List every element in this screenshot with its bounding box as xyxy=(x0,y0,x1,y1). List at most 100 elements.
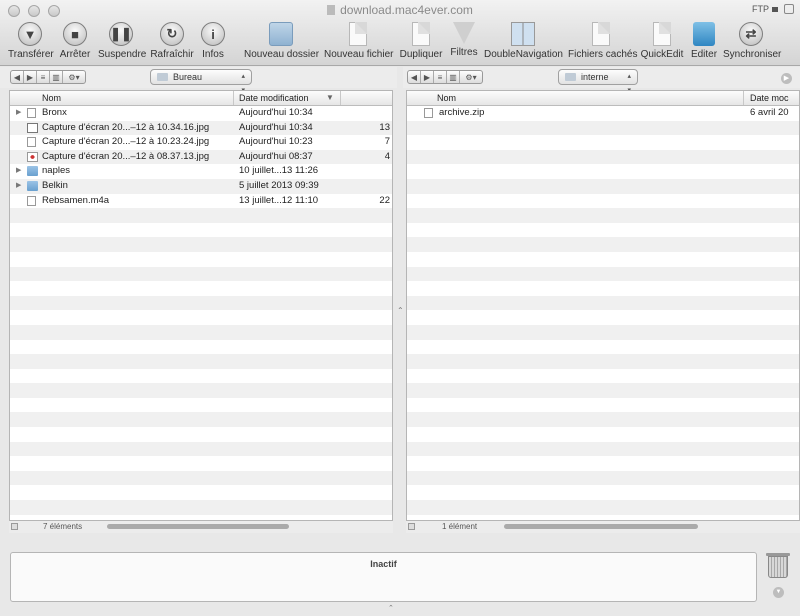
sync-label: Synchroniser xyxy=(723,49,782,60)
left-horizontal-scrollbar[interactable] xyxy=(107,524,289,529)
empty-row xyxy=(407,281,799,296)
empty-row xyxy=(407,120,799,136)
right-horizontal-scrollbar[interactable] xyxy=(504,524,698,529)
file-row[interactable]: Capture d'écran 20...–12 à 08.37.13.jpg A… xyxy=(10,149,392,165)
left-status-bar: 7 éléments xyxy=(9,521,393,533)
right-location-popup[interactable]: interne ▴▾ xyxy=(558,69,638,94)
forward-icon[interactable]: ▶ xyxy=(24,71,37,83)
empty-row xyxy=(10,456,392,471)
file-name: Bronx xyxy=(42,107,67,118)
empty-row xyxy=(10,324,392,340)
refresh-button[interactable]: ↻ Rafraîchir xyxy=(150,22,194,60)
double-navigation-label: DoubleNavigation xyxy=(484,49,563,60)
sync-button[interactable]: ⇄ Synchroniser xyxy=(723,22,782,60)
right-file-list[interactable]: Nom Date moc archive.zip 6 avril 20 xyxy=(406,90,800,521)
new-folder-button[interactable]: Nouveau dossier xyxy=(244,22,319,60)
disclosure-triangle-icon[interactable]: ▶ xyxy=(16,164,21,179)
forward-icon[interactable]: ▶ xyxy=(421,71,434,83)
column-view-icon[interactable]: ▥ xyxy=(50,71,63,83)
stop-button[interactable]: ■ Arrêter xyxy=(59,22,91,60)
left-column-header: Nom Date modification ▼ xyxy=(10,91,392,106)
empty-row xyxy=(407,310,799,325)
info-label: Infos xyxy=(202,49,224,60)
sort-descending-icon: ▼ xyxy=(326,93,334,102)
filter-button[interactable]: Filtres xyxy=(450,22,478,58)
empty-row xyxy=(10,354,392,369)
image-icon xyxy=(27,137,36,148)
sync-icon: ⇄ xyxy=(739,22,763,46)
bottom-divider-handle[interactable]: ⌃ xyxy=(388,604,394,612)
folder-icon xyxy=(27,180,38,191)
empty-row xyxy=(407,223,799,238)
empty-row xyxy=(407,178,799,194)
file-row[interactable]: Capture d'écran 20...–12 à 10.23.24.jpg A… xyxy=(10,135,392,150)
transfer-icon: ▼ xyxy=(18,22,42,46)
column-view-icon[interactable]: ▥ xyxy=(447,71,460,83)
quickedit-button[interactable]: QuickEdit xyxy=(640,22,684,60)
back-icon[interactable]: ◀ xyxy=(11,71,24,83)
right-item-count: 1 élément xyxy=(442,522,478,531)
new-folder-icon xyxy=(269,22,293,46)
image-icon xyxy=(27,151,38,162)
left-pane-navigation-bar: ◀ ▶ ≡ ▥ ⚙▾ Bureau ▴▾ xyxy=(0,67,397,94)
gear-icon[interactable]: ⚙▾ xyxy=(460,71,482,83)
empty-row xyxy=(10,208,392,223)
duplicate-button[interactable]: Dupliquer xyxy=(399,22,443,60)
right-rows: archive.zip 6 avril 20 xyxy=(407,106,799,515)
empty-row xyxy=(407,194,799,209)
left-location-popup[interactable]: Bureau ▴▾ xyxy=(150,69,252,94)
right-pane-navigation-bar: ◀ ▶ ≡ ▥ ⚙▾ interne ▴▾ ▶ xyxy=(403,67,800,94)
double-navigation-button[interactable]: DoubleNavigation xyxy=(484,22,563,60)
empty-row xyxy=(407,237,799,252)
filter-label: Filtres xyxy=(450,47,478,58)
filter-icon xyxy=(453,22,475,44)
empty-row xyxy=(10,383,392,398)
empty-row xyxy=(407,485,799,500)
info-button[interactable]: i Infos xyxy=(201,22,225,60)
fullscreen-button[interactable] xyxy=(784,4,794,14)
empty-row xyxy=(407,266,799,282)
empty-row xyxy=(10,369,392,384)
file-row[interactable]: ▶ Bronx Aujourd'hui 10:34 xyxy=(10,106,392,121)
transfer-button[interactable]: ▼ Transférer xyxy=(8,22,54,60)
file-row[interactable]: ▶ naples 10 juillet...13 11:26 xyxy=(10,164,392,179)
column-separator[interactable] xyxy=(233,91,234,105)
empty-row xyxy=(10,266,392,282)
play-icon[interactable]: ▶ xyxy=(781,73,792,84)
left-file-list[interactable]: Nom Date modification ▼ ▶ Bronx Aujourd'hu… xyxy=(9,90,393,521)
date-column-header[interactable]: Date moc xyxy=(750,93,789,103)
list-view-icon[interactable]: ≡ xyxy=(37,71,50,83)
hidden-files-label: Fichiers cachés xyxy=(568,49,638,60)
empty-row xyxy=(407,369,799,384)
file-row[interactable]: Rebsamen.m4a 13 juillet...12 11:10 22 xyxy=(10,194,392,209)
disclosure-triangle-icon[interactable]: ▶ xyxy=(16,106,21,121)
column-separator[interactable] xyxy=(340,91,341,105)
hidden-files-icon xyxy=(592,22,610,46)
pause-button[interactable]: ❚❚ Suspendre xyxy=(98,22,146,60)
file-row[interactable]: archive.zip 6 avril 20 xyxy=(407,106,799,121)
edit-button[interactable]: Editer xyxy=(690,22,718,60)
empty-row xyxy=(407,252,799,267)
empty-row xyxy=(407,500,799,515)
right-location-label: interne xyxy=(581,72,609,82)
date-column-header[interactable]: Date modification xyxy=(239,93,309,103)
file-size: 7 xyxy=(384,136,390,148)
pane-divider-handle[interactable]: ⌃ xyxy=(397,306,404,315)
column-separator[interactable] xyxy=(743,91,744,105)
new-file-button[interactable]: Nouveau fichier xyxy=(324,22,393,60)
name-column-header[interactable]: Nom xyxy=(42,93,61,103)
back-icon[interactable]: ◀ xyxy=(408,71,421,83)
empty-row xyxy=(10,223,392,238)
stop-label: Arrêter xyxy=(59,49,91,60)
list-view-icon[interactable]: ≡ xyxy=(434,71,447,83)
gear-icon[interactable]: ⚙▾ xyxy=(63,71,85,83)
name-column-header[interactable]: Nom xyxy=(437,93,456,103)
disclosure-triangle-icon[interactable]: ▶ xyxy=(16,179,21,194)
hidden-files-button[interactable]: Fichiers cachés xyxy=(568,22,638,60)
file-row[interactable]: ▶ Belkin 5 juillet 2013 09:39 xyxy=(10,178,392,194)
left-item-count: 7 éléments xyxy=(43,522,83,531)
chevron-down-icon[interactable]: ▼ xyxy=(773,587,784,598)
empty-row xyxy=(10,252,392,267)
trash-icon[interactable] xyxy=(768,556,788,578)
file-row[interactable]: Capture d'écran 20...–12 à 10.34.16.jpg A… xyxy=(10,120,392,136)
